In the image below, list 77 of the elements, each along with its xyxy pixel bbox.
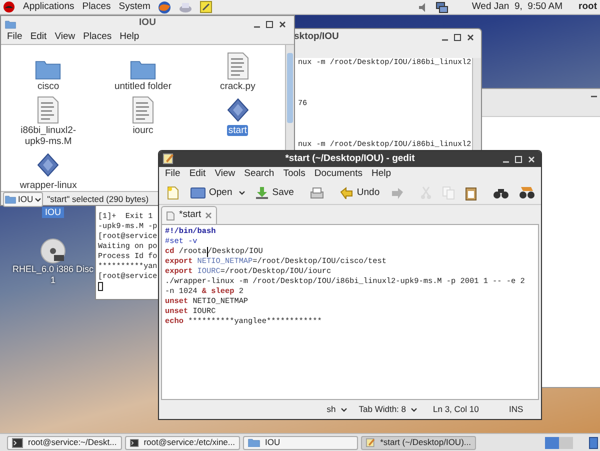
redo-arrow-icon — [390, 187, 404, 199]
menu-item[interactable]: Edit — [189, 167, 206, 182]
file-name[interactable]: wrapper-linux — [18, 180, 78, 192]
taskbar-button[interactable]: IOU — [243, 436, 358, 450]
script-file-icon — [226, 96, 250, 124]
caret-icon[interactable] — [239, 191, 246, 195]
menu-item[interactable]: Help — [371, 167, 392, 182]
disc-icon — [40, 238, 66, 264]
location-dropdown[interactable]: IOU — [3, 192, 44, 207]
hat-logo-icon[interactable] — [3, 1, 15, 13]
status-dropdown[interactable]: sh — [326, 403, 336, 416]
printer-icon — [310, 186, 324, 200]
status-text: INS — [509, 403, 524, 416]
file-name[interactable]: start — [227, 125, 248, 136]
panel-clock[interactable]: Wed Jan 9, 9:50 AM — [472, 0, 563, 14]
terminal-icon — [130, 438, 139, 448]
file-name[interactable]: i86bi_linuxl2-upk9-ms.M — [8, 125, 88, 148]
menu-item[interactable]: File — [7, 30, 22, 44]
menu-item[interactable]: Search — [244, 167, 274, 182]
maximize-icon[interactable] — [454, 34, 461, 41]
binoculars-pencil-icon — [518, 186, 535, 200]
menu-item[interactable]: Tools — [283, 167, 306, 182]
menu-item[interactable]: Help — [120, 30, 140, 44]
download-arrow-icon — [255, 186, 270, 200]
caret-icon[interactable] — [35, 198, 42, 202]
panel-menu[interactable]: System — [118, 0, 150, 14]
menu-item[interactable]: Places — [83, 30, 112, 44]
close-icon[interactable] — [279, 21, 286, 28]
menu-item[interactable]: View — [54, 30, 76, 44]
taskbar-button[interactable]: root@service:/etc/xine... — [125, 436, 240, 450]
terminal-icon — [12, 438, 23, 448]
terminal-cursor — [98, 282, 103, 291]
menu-item[interactable]: View — [214, 167, 236, 182]
undo-arrow-icon — [340, 187, 354, 199]
speaker-icon[interactable] — [418, 2, 428, 12]
caret-icon[interactable] — [411, 408, 417, 412]
network-icon[interactable] — [436, 2, 448, 12]
copy-icon — [442, 186, 455, 200]
file-name[interactable]: crack.py — [218, 81, 256, 92]
text-file-icon — [226, 52, 249, 80]
panel-menu[interactable]: Places — [82, 0, 111, 14]
panel-menu[interactable]: Applications — [23, 0, 74, 14]
close-icon[interactable] — [467, 34, 474, 41]
maximize-icon[interactable] — [266, 21, 273, 28]
window-title: IOU — [139, 16, 156, 30]
text-file-icon — [132, 96, 154, 124]
window-title: *start (~/Desktop/IOU) - gedit — [285, 152, 415, 166]
notepad-icon — [163, 153, 174, 164]
notepad-icon[interactable] — [200, 1, 212, 13]
notepad-icon — [366, 437, 376, 448]
workspace-switcher-icon[interactable] — [545, 436, 573, 448]
menu-item[interactable]: Edit — [30, 30, 47, 44]
text-file-icon — [37, 96, 60, 124]
taskbar-button[interactable]: root@service:~/Deskt... — [7, 436, 122, 450]
document-tab[interactable]: *start — [161, 206, 218, 224]
taskbar-button[interactable]: *start (~/Desktop/IOU)... — [361, 436, 476, 450]
file-name[interactable]: iourc — [132, 125, 154, 136]
code-editor[interactable] — [161, 224, 539, 400]
file-name[interactable]: cisco — [36, 81, 60, 92]
status-text: Ln 3, Col 10 — [433, 403, 480, 416]
open-button[interactable]: Open — [188, 184, 248, 202]
undo-button[interactable]: Undo — [338, 184, 382, 202]
desktop-icon-label[interactable]: IOU — [42, 207, 64, 218]
panel-user[interactable]: root — [578, 0, 597, 14]
status-text: "start" selected (290 bytes) — [47, 193, 149, 206]
menu-item[interactable]: Documents — [314, 167, 362, 182]
menu-item[interactable]: File — [165, 167, 180, 182]
binoculars-icon — [492, 187, 509, 199]
file-name[interactable]: untitled folder — [113, 81, 173, 92]
new-document-icon — [166, 186, 180, 200]
clipboard-icon — [464, 186, 477, 200]
window-title: sktop/IOU — [294, 30, 339, 44]
caret-icon[interactable] — [340, 408, 347, 412]
save-button[interactable]: Save — [253, 184, 296, 202]
status-dropdown[interactable]: Tab Width: 8 — [358, 403, 406, 416]
minimize-icon[interactable] — [591, 95, 597, 98]
script-file-icon — [36, 151, 60, 180]
